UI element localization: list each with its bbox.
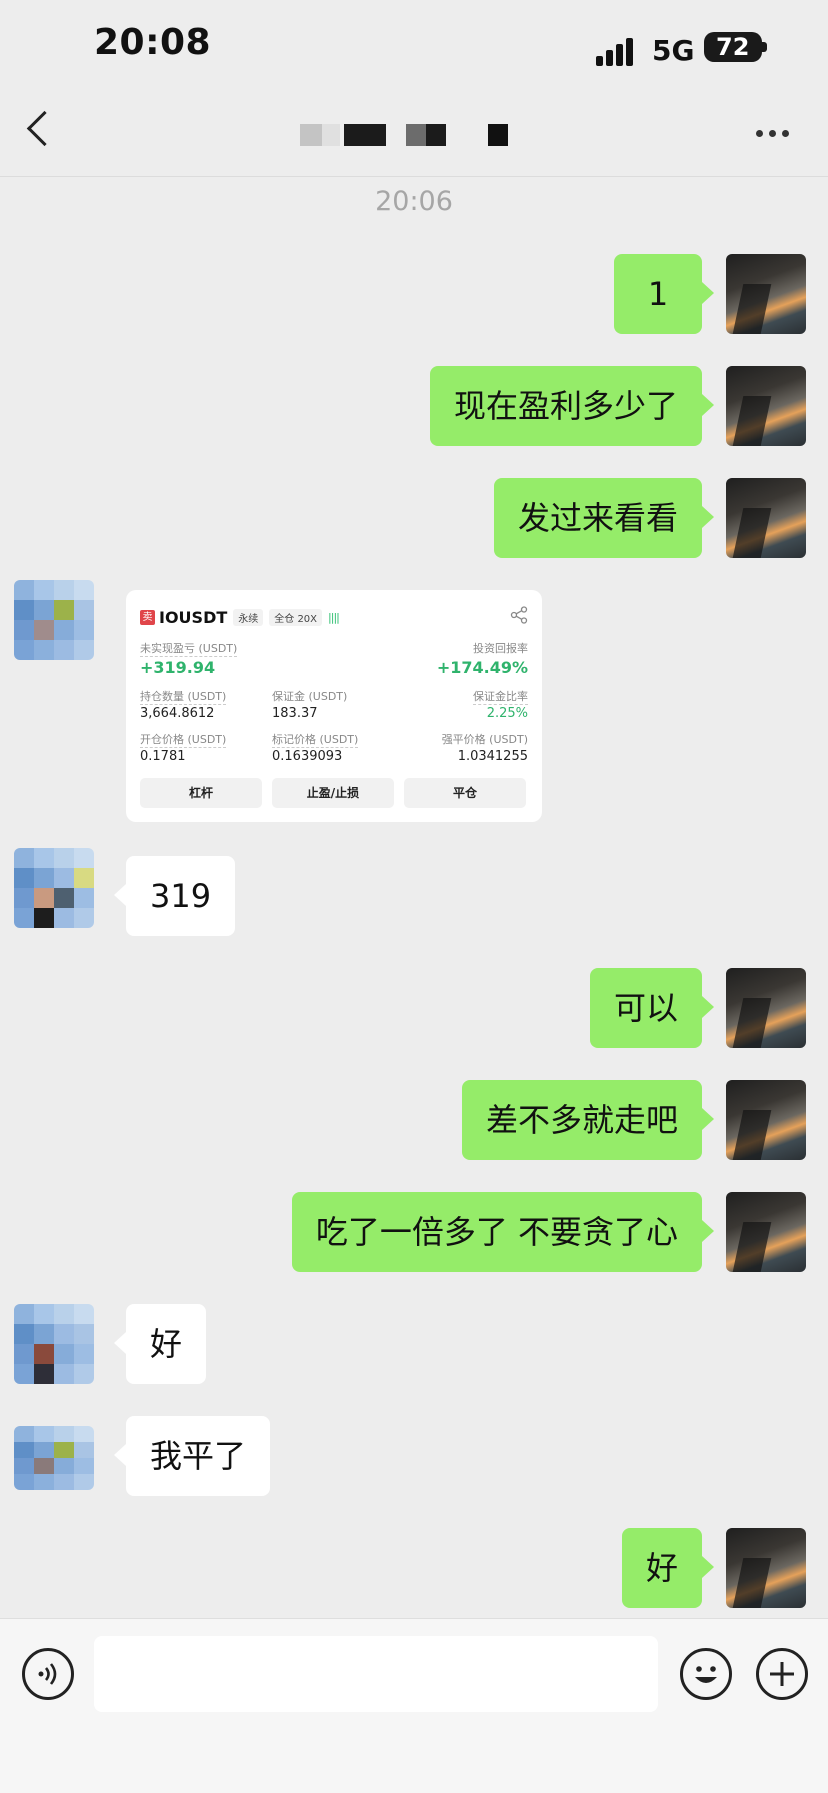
margin-value: 183.37: [272, 706, 318, 721]
chat-title-redacted: [300, 124, 520, 148]
message-bubble-me[interactable]: 好: [621, 1528, 715, 1608]
my-avatar[interactable]: [726, 366, 806, 446]
contact-avatar[interactable]: [14, 1426, 94, 1490]
message-bubble-me[interactable]: 吃了一倍多了 不要贪了心: [291, 1192, 715, 1272]
message-bubble-me[interactable]: 差不多就走吧: [461, 1080, 715, 1160]
my-avatar[interactable]: [726, 968, 806, 1048]
liq-price-label: 强平价格 (USDT): [441, 733, 528, 746]
contract-type-chip: 永续: [233, 609, 264, 626]
my-avatar[interactable]: [726, 1080, 806, 1160]
message-bubble-me[interactable]: 1: [614, 254, 714, 334]
margin-label: 保证金 (USDT): [272, 690, 348, 703]
message-bubble-me[interactable]: 可以: [589, 968, 715, 1048]
trade-symbol: IOUSDT: [159, 608, 228, 627]
liq-price-value: 1.0341255: [457, 749, 528, 764]
network-type: 5G: [652, 34, 695, 67]
battery-level: 72: [704, 32, 762, 62]
entry-price-label: 开仓价格 (USDT): [140, 733, 227, 748]
my-avatar[interactable]: [726, 254, 806, 334]
contact-avatar[interactable]: [14, 848, 94, 928]
my-avatar[interactable]: [726, 478, 806, 558]
position-qty-label: 持仓数量 (USDT): [140, 690, 227, 705]
margin-mode-chip: 全仓 20X: [269, 609, 323, 626]
contact-avatar[interactable]: [14, 580, 94, 660]
message-timestamp: 20:06: [375, 186, 453, 217]
signal-bars-icon: ||||: [328, 611, 340, 624]
share-icon[interactable]: [510, 606, 528, 624]
unrealized-pnl-label: 未实现盈亏 (USDT): [140, 642, 238, 657]
message-bubble-me[interactable]: 发过来看看: [493, 478, 715, 558]
status-time: 20:08: [94, 22, 212, 63]
roi-value: +174.49%: [436, 658, 528, 677]
roi-label: 投资回报率: [473, 642, 528, 655]
message-input[interactable]: [94, 1636, 658, 1712]
message-bubble-me[interactable]: 现在盈利多少了: [429, 366, 715, 446]
message-bubble-them[interactable]: 好: [113, 1304, 207, 1384]
my-avatar[interactable]: [726, 1192, 806, 1272]
battery-tip: [762, 42, 767, 52]
plus-icon[interactable]: [756, 1648, 808, 1700]
contact-avatar[interactable]: [14, 1304, 94, 1384]
entry-price-value: 0.1781: [140, 749, 186, 764]
leverage-button[interactable]: 杠杆: [140, 778, 262, 808]
voice-icon[interactable]: [22, 1648, 74, 1700]
position-qty-value: 3,664.8612: [140, 706, 215, 721]
message-bubble-them[interactable]: 319: [113, 856, 236, 936]
sell-tag: 卖: [140, 610, 155, 625]
margin-ratio-value: 2.25%: [486, 706, 528, 721]
unrealized-pnl-value: +319.94: [140, 658, 216, 677]
emoji-icon[interactable]: [680, 1648, 732, 1700]
message-bubble-them[interactable]: 我平了: [113, 1416, 271, 1496]
trade-position-card[interactable]: 卖 IOUSDT 永续 全仓 20X |||| 未实现盈亏 (USDT) 投资回报率 +…: [126, 590, 542, 822]
more-icon[interactable]: [756, 130, 790, 138]
tp-sl-button[interactable]: 止盈/止损: [272, 778, 394, 808]
mark-price-label: 标记价格 (USDT): [272, 733, 359, 748]
my-avatar[interactable]: [726, 1528, 806, 1608]
close-position-button[interactable]: 平仓: [404, 778, 526, 808]
signal-icon: [596, 34, 642, 66]
mark-price-value: 0.1639093: [272, 749, 343, 764]
margin-ratio-label: 保证金比率: [473, 690, 528, 705]
